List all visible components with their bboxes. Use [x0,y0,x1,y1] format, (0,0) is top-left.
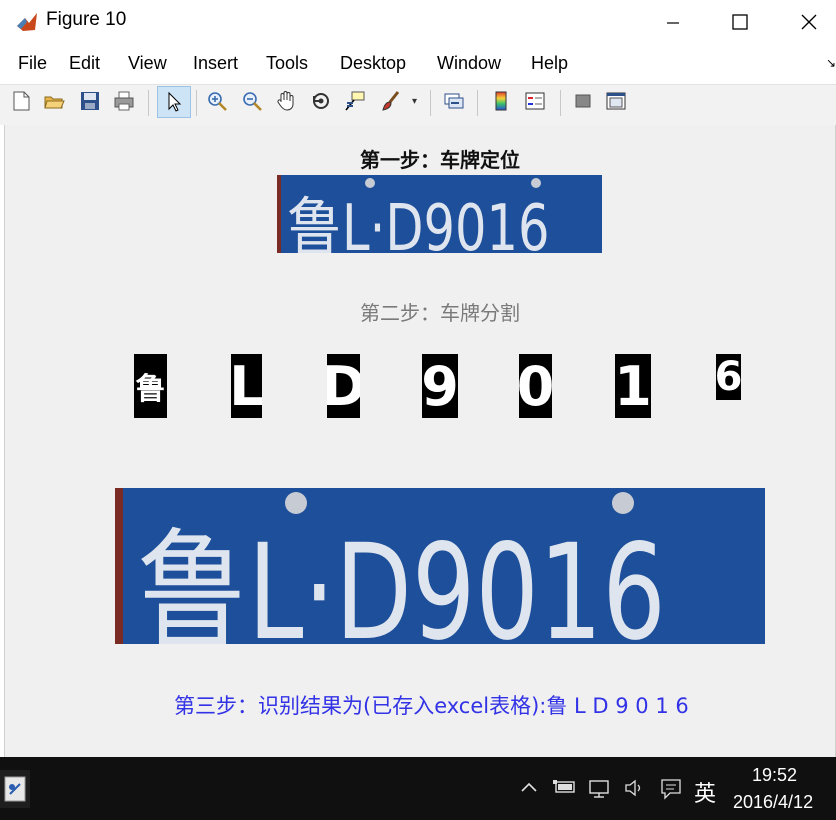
link-plot-icon[interactable] [442,89,466,113]
network-icon[interactable] [588,778,614,804]
new-figure-icon[interactable] [9,89,33,113]
menu-window[interactable]: Window [437,53,501,74]
zoom-out-icon[interactable] [240,89,264,113]
close-button[interactable] [786,0,832,44]
minimize-button[interactable] [650,0,696,44]
colorbar-icon[interactable] [489,89,513,113]
rotate-3d-icon[interactable] [309,89,333,113]
menu-tools[interactable]: Tools [266,53,308,74]
data-cursor-icon[interactable] [343,89,367,113]
recognized-plate-image: 鲁L·D9016 [115,488,765,644]
maximize-button[interactable] [717,0,763,44]
show-plot-tools-icon[interactable] [604,89,628,113]
toolbar-separator [148,90,149,116]
show-hidden-icons-icon[interactable] [520,778,538,802]
clock-date[interactable]: 2016/4/12 [733,792,813,813]
menu-edit[interactable]: Edit [69,53,100,74]
located-plate-image: 鲁L·D9016 [277,175,602,253]
segment-char-7: 6 [716,354,741,400]
dock-arrow-icon[interactable]: ↘ [826,56,836,70]
close-icon [801,14,817,30]
print-icon[interactable] [112,89,136,113]
segment-char-6: 1 [615,354,651,418]
open-file-icon[interactable] [42,89,66,113]
toolbar-separator [430,90,431,116]
ime-language-indicator[interactable]: 英 [694,776,716,808]
taskbar-app-icon [4,776,26,802]
segment-char-2: L [231,354,262,418]
zoom-in-icon[interactable] [205,89,229,113]
menu-desktop[interactable]: Desktop [340,53,406,74]
save-icon[interactable] [78,89,102,113]
select-arrow-icon[interactable] [157,86,191,118]
plate-characters-large: 鲁L·D9016 [137,516,666,644]
hide-plot-tools-icon[interactable] [571,89,595,113]
toolbar-separator [560,90,561,116]
window-title: Figure 10 [46,9,127,30]
menu-file[interactable]: File [18,53,47,74]
menu-insert[interactable]: Insert [193,53,238,74]
brush-dropdown-icon[interactable]: ▾ [412,96,417,107]
segment-char-4: 9 [422,354,458,418]
brush-icon[interactable] [379,89,403,113]
clock-time[interactable]: 19:52 [752,765,797,786]
input-method-icon[interactable] [660,778,684,806]
step1-title: 第一步：车牌定位 [360,148,520,172]
toolbar-separator [196,90,197,116]
menu-bar [0,44,836,84]
maximize-icon [732,14,748,30]
segment-char-1: 鲁 [134,354,167,418]
volume-icon[interactable] [624,778,648,804]
segment-char-3: D [327,354,360,418]
taskbar-app-button[interactable] [0,770,30,808]
step2-title: 第二步：车牌分割 [360,301,520,325]
menu-help[interactable]: Help [531,53,568,74]
legend-icon[interactable] [523,89,547,113]
toolbar-separator [477,90,478,116]
battery-icon[interactable] [552,778,578,802]
menu-view[interactable]: View [128,53,167,74]
pan-hand-icon[interactable] [274,89,298,113]
plate-characters: 鲁L·D9016 [287,192,550,253]
minimize-icon [667,22,679,24]
recognition-result-text: 第三步：识别结果为(已存入excel表格):鲁 L D 9 0 1 6 [174,694,689,718]
segment-char-5: 0 [519,354,552,418]
matlab-logo-icon [15,10,39,34]
